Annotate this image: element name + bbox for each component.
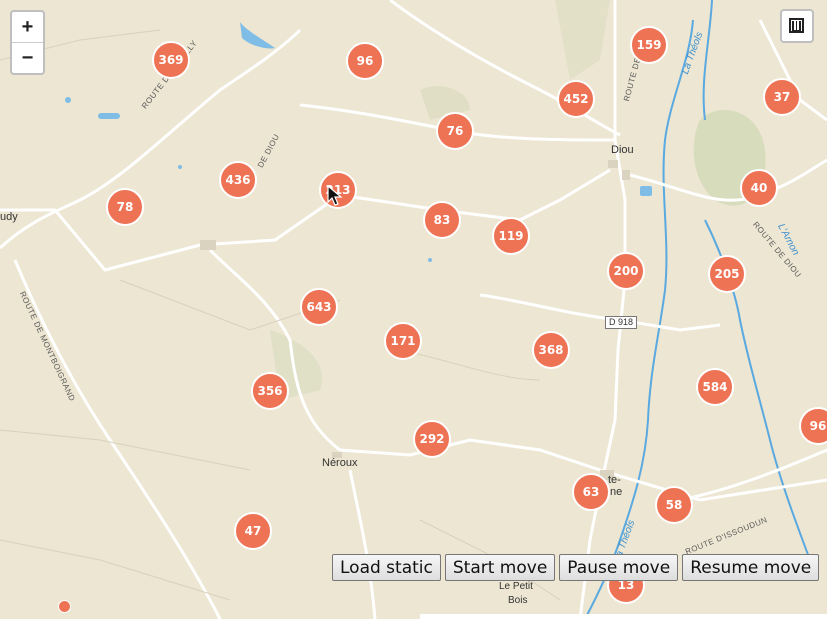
place-label-ste-top: te- [608,474,621,486]
zoom-control: + − [10,10,45,75]
place-label-le-petit: Le Petit [499,581,533,592]
cluster-marker[interactable]: 200 [607,252,645,290]
cluster-marker[interactable]: 369 [152,41,190,79]
cluster-marker[interactable]: 171 [384,322,422,360]
single-point-marker[interactable] [58,600,71,613]
cluster-marker[interactable]: 436 [219,161,257,199]
cluster-marker[interactable]: 76 [436,112,474,150]
cluster-marker[interactable]: 37 [763,78,801,116]
cluster-marker[interactable]: 292 [413,420,451,458]
cluster-marker[interactable]: 452 [557,80,595,118]
cluster-marker[interactable]: 47 [234,512,272,550]
cluster-marker[interactable]: 96 [346,42,384,80]
map-canvas[interactable]: ROUTE DE REUILLY DE DIOU ROUTE DE MONTBO… [0,0,827,619]
zoom-in-button[interactable]: + [12,12,43,42]
cluster-marker[interactable]: 58 [655,486,693,524]
cluster-marker[interactable]: 643 [300,288,338,326]
cluster-marker[interactable]: 205 [708,255,746,293]
cluster-marker[interactable]: 356 [251,372,289,410]
cluster-marker[interactable]: 368 [532,331,570,369]
cluster-marker[interactable]: 63 [572,473,610,511]
fullscreen-button[interactable] [780,9,814,43]
place-label-bois: Bois [508,595,528,606]
resume-move-button[interactable]: Resume move [682,554,820,581]
start-move-button[interactable]: Start move [444,554,556,581]
zoom-out-button[interactable]: − [12,42,43,73]
place-label-audy: udy [0,211,18,223]
place-label-diou: Diou [611,144,634,156]
load-static-button[interactable]: Load static [332,554,441,581]
action-button-bar: Load static Start move Pause move Resume… [332,554,820,581]
cluster-marker[interactable]: 159 [630,26,668,64]
road-shield-d918: D 918 [605,316,638,329]
place-label-ste-bottom: ne [610,486,623,498]
pause-move-button[interactable]: Pause move [559,554,679,581]
cluster-marker[interactable]: 584 [696,368,734,406]
basemap [0,0,827,619]
mouse-cursor-icon [327,185,343,206]
cluster-marker[interactable]: 40 [740,169,778,207]
cluster-marker[interactable]: 78 [106,188,144,226]
fullscreen-icon [789,18,804,33]
cluster-marker[interactable]: 83 [423,201,461,239]
cluster-marker[interactable]: 119 [492,217,530,255]
place-label-neroux: Néroux [322,457,358,469]
